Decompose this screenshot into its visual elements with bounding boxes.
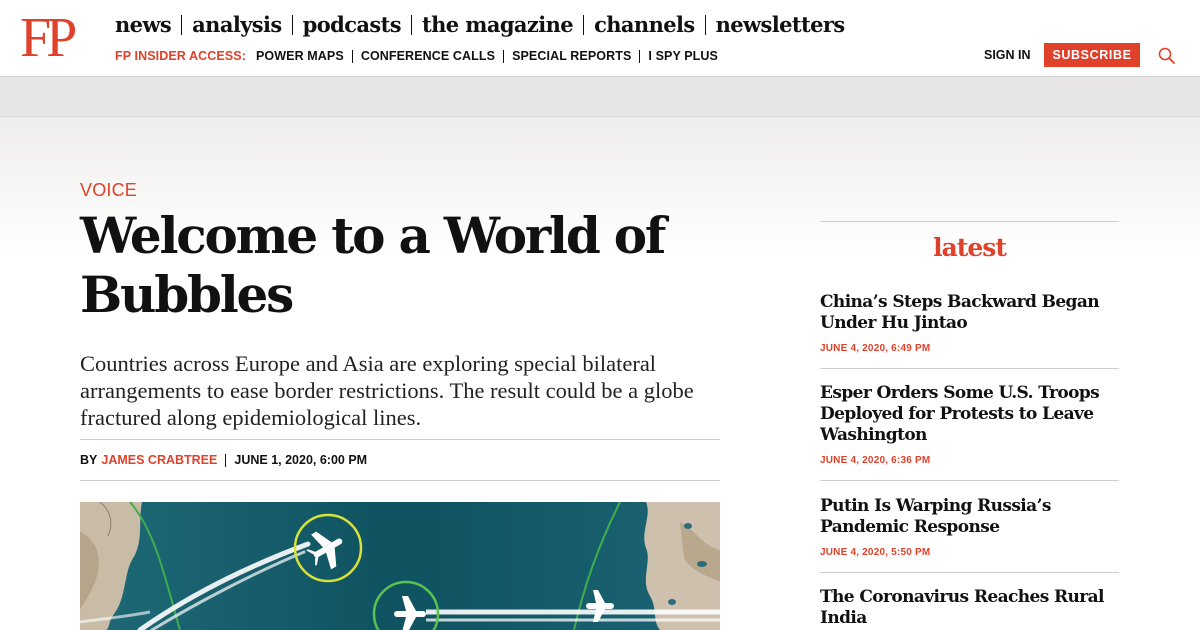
hero-illustration bbox=[80, 502, 720, 630]
headline-line-1: Welcome to a World of bbox=[80, 206, 666, 265]
latest-item-date: JUNE 4, 2020, 6:36 PM bbox=[820, 455, 931, 466]
latest-divider bbox=[820, 480, 1119, 481]
sign-in-link[interactable]: SIGN IN bbox=[984, 48, 1031, 62]
subnav-divider bbox=[351, 49, 353, 63]
hero-image bbox=[80, 502, 720, 630]
latest-item-date: JUNE 4, 2020, 6:49 PM bbox=[820, 343, 931, 354]
site-header: FP news analysis podcasts the magazine c… bbox=[0, 0, 1200, 77]
search-icon[interactable] bbox=[1157, 46, 1177, 66]
subscribe-button[interactable]: SUBSCRIBE bbox=[1044, 43, 1140, 67]
headline-line-2: Bubbles bbox=[80, 265, 294, 324]
latest-item: The Coronavirus Reaches Rural India bbox=[820, 587, 1119, 629]
publish-date: JUNE 1, 2020, 6:00 PM bbox=[234, 453, 368, 467]
nav-the-magazine[interactable]: the magazine bbox=[422, 12, 574, 37]
insider-nav: FP INSIDER ACCESS: POWER MAPS CONFERENCE… bbox=[115, 49, 718, 63]
nav-conference-calls[interactable]: CONFERENCE CALLS bbox=[361, 49, 495, 63]
nav-podcasts[interactable]: podcasts bbox=[303, 12, 402, 37]
article-byline: BY JAMES CRABTREE JUNE 1, 2020, 6:00 PM bbox=[80, 439, 720, 481]
latest-divider bbox=[820, 368, 1119, 369]
nav-divider bbox=[291, 14, 293, 35]
subnav-divider bbox=[503, 49, 505, 63]
nav-power-maps[interactable]: POWER MAPS bbox=[256, 49, 344, 63]
nav-divider bbox=[583, 14, 585, 35]
nav-special-reports[interactable]: SPECIAL REPORTS bbox=[512, 49, 631, 63]
latest-item-date: JUNE 4, 2020, 5:50 PM bbox=[820, 547, 931, 558]
latest-item: Putin Is Warping Russia’s Pandemic Respo… bbox=[820, 496, 1119, 558]
author-link[interactable]: JAMES CRABTREE bbox=[101, 453, 217, 467]
nav-divider bbox=[181, 14, 183, 35]
latest-item-title[interactable]: Putin Is Warping Russia’s Pandemic Respo… bbox=[820, 496, 1119, 538]
ad-banner-placeholder bbox=[0, 77, 1200, 117]
article-headline: Welcome to a World of Bubbles bbox=[80, 206, 680, 324]
latest-item: Esper Orders Some U.S. Troops Deployed f… bbox=[820, 383, 1119, 466]
nav-news[interactable]: news bbox=[115, 12, 172, 37]
latest-divider bbox=[820, 572, 1119, 573]
latest-item-title[interactable]: Esper Orders Some U.S. Troops Deployed f… bbox=[820, 383, 1119, 446]
latest-item: China’s Steps Backward Began Under Hu Ji… bbox=[820, 292, 1119, 354]
latest-heading: latest bbox=[933, 233, 1007, 262]
insider-access-label: FP INSIDER ACCESS: bbox=[115, 49, 246, 63]
byline-prefix: BY bbox=[80, 453, 98, 467]
nav-i-spy-plus[interactable]: I SPY PLUS bbox=[648, 49, 718, 63]
subnav-divider bbox=[639, 49, 641, 63]
fp-logo[interactable]: FP bbox=[20, 10, 77, 66]
nav-channels[interactable]: channels bbox=[594, 12, 695, 37]
main-nav: news analysis podcasts the magazine chan… bbox=[115, 12, 845, 37]
nav-analysis[interactable]: analysis bbox=[192, 12, 282, 37]
byline-divider bbox=[225, 453, 227, 467]
latest-item-title[interactable]: China’s Steps Backward Began Under Hu Ji… bbox=[820, 292, 1119, 334]
latest-top-rule bbox=[820, 221, 1119, 222]
latest-item-title[interactable]: The Coronavirus Reaches Rural India bbox=[820, 587, 1119, 629]
nav-newsletters[interactable]: newsletters bbox=[716, 12, 846, 37]
article-kicker[interactable]: VOICE bbox=[80, 180, 137, 201]
article-dek: Countries across Europe and Asia are exp… bbox=[80, 351, 694, 430]
nav-divider bbox=[704, 14, 706, 35]
nav-divider bbox=[410, 14, 412, 35]
